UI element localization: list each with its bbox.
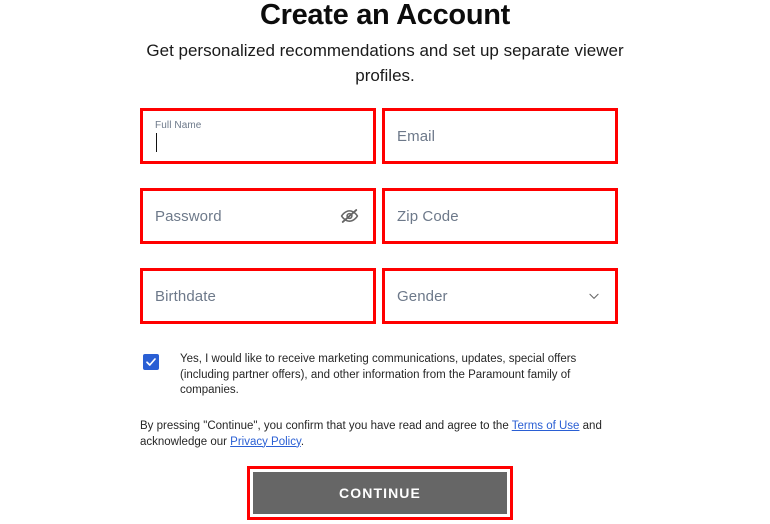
field-birthdate[interactable]: Birthdate <box>140 268 376 324</box>
check-icon <box>146 358 156 366</box>
zip-code-input[interactable]: Zip Code <box>385 191 615 241</box>
legal-suffix: . <box>300 435 305 448</box>
marketing-consent-checkbox[interactable] <box>143 354 159 370</box>
page-title: Create an Account <box>259 0 511 31</box>
full-name-label: Full Name <box>155 120 202 131</box>
signup-form: Full Name Email Password Zip Code Birthd… <box>140 108 618 348</box>
field-zip-code[interactable]: Zip Code <box>382 188 618 244</box>
birthdate-placeholder: Birthdate <box>155 287 216 305</box>
create-account-page: Create an Account Get personalized recom… <box>0 0 770 524</box>
legal-prefix: By pressing "Continue", you confirm that… <box>140 420 512 432</box>
email-input[interactable]: Email <box>385 111 615 161</box>
privacy-policy-link[interactable]: Privacy Policy <box>230 436 301 448</box>
marketing-consent-label: Yes, I would like to receive marketing c… <box>180 353 577 396</box>
continue-button[interactable]: CONTINUE <box>253 472 507 514</box>
form-row-1: Full Name Email <box>140 108 618 164</box>
field-gender[interactable]: Gender <box>382 268 618 324</box>
form-row-2: Password Zip Code <box>140 188 618 244</box>
gender-select[interactable]: Gender <box>385 271 615 321</box>
zip-code-placeholder: Zip Code <box>397 207 459 225</box>
chevron-down-icon[interactable] <box>587 289 601 303</box>
field-password[interactable]: Password <box>140 188 376 244</box>
password-input[interactable]: Password <box>143 191 373 241</box>
gender-placeholder: Gender <box>397 287 448 305</box>
marketing-consent[interactable]: Yes, I would like to receive marketing c… <box>143 352 613 399</box>
terms-of-use-link[interactable]: Terms of Use <box>512 420 580 432</box>
password-placeholder: Password <box>155 207 222 225</box>
text-caret <box>156 133 157 152</box>
legal-disclaimer: By pressing "Continue", you confirm that… <box>140 419 620 450</box>
birthdate-input[interactable]: Birthdate <box>143 271 373 321</box>
email-placeholder: Email <box>397 127 436 145</box>
field-full-name[interactable]: Full Name <box>140 108 376 164</box>
full-name-input[interactable]: Full Name <box>143 111 373 161</box>
continue-button-highlight: CONTINUE <box>247 466 513 520</box>
form-row-3: Birthdate Gender <box>140 268 618 324</box>
page-subtitle: Get personalized recommendations and set… <box>146 41 624 85</box>
field-email[interactable]: Email <box>382 108 618 164</box>
eye-off-icon[interactable] <box>340 207 359 226</box>
